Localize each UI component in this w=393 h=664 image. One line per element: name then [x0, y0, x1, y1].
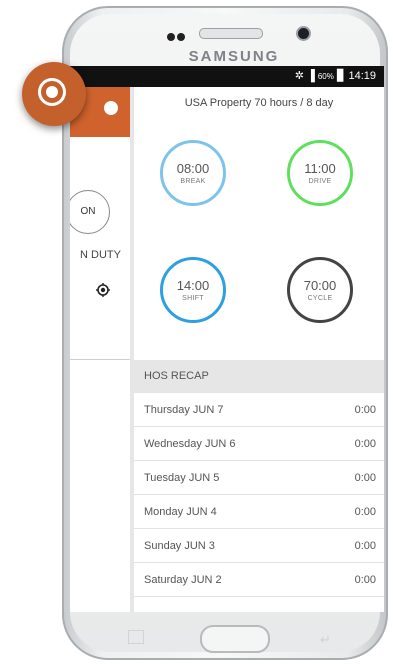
sensor-dots — [167, 28, 187, 46]
signal-icon: ▐ — [307, 70, 315, 82]
recap-day: Thursday JUN 7 — [144, 404, 224, 416]
recap-hours: 0:00 — [354, 574, 376, 586]
shift-gauge[interactable]: 14:00 SHIFT — [160, 257, 226, 323]
back-icon[interactable]: ↵ — [320, 632, 331, 648]
gauge-label: BREAK — [180, 178, 206, 185]
recap-hours: 0:00 — [354, 472, 376, 484]
recap-hours: 0:00 — [354, 506, 376, 518]
drive-gauge[interactable]: 11:00 DRIVE — [287, 140, 353, 206]
recap-hours: 0:00 — [354, 540, 376, 552]
recap-day: Saturday JUN 2 — [144, 574, 222, 586]
recap-day: Wednesday JUN 6 — [144, 438, 236, 450]
ruleset-title: USA Property 70 hours / 8 day — [184, 97, 334, 109]
gauge-time: 11:00 — [304, 161, 336, 176]
gauge-time: 70:00 — [303, 278, 337, 293]
home-button[interactable] — [200, 625, 270, 653]
speaker-grill — [199, 28, 263, 39]
recap-hours: 0:00 — [354, 404, 376, 416]
duty-status-label: N DUTY — [80, 249, 121, 261]
clock-icon — [104, 101, 118, 115]
battery-percent: 60% — [317, 72, 334, 81]
recap-row[interactable]: Thursday JUN 7 0:00 — [134, 393, 384, 427]
location-target-icon[interactable] — [96, 283, 110, 297]
gauge-time: 14:00 — [176, 278, 210, 293]
recap-row[interactable]: Tuesday JUN 5 0:00 — [134, 461, 384, 495]
recap-day: Monday JUN 4 — [144, 506, 217, 518]
recap-row[interactable]: Monday JUN 4 0:00 — [134, 495, 384, 529]
battery-icon: ▊ — [336, 70, 346, 82]
recap-row[interactable]: Saturday JUN 2 0:00 — [134, 563, 384, 597]
recent-apps-icon[interactable] — [128, 630, 144, 644]
recap-hours: 0:00 — [354, 438, 376, 450]
clock-icon — [46, 86, 58, 98]
hos-recap-header: HOS RECAP — [134, 360, 384, 393]
status-bar: ✲ ▐ 60% ▊ 14:19 — [70, 66, 384, 87]
drawer-divider — [70, 359, 130, 360]
cycle-gauge[interactable]: 70:00 CYCLE — [287, 257, 353, 323]
clock-time: 14:19 — [348, 70, 376, 82]
hos-recap-list: Thursday JUN 7 0:00 Wednesday JUN 6 0:00… — [134, 393, 384, 597]
wifi-icon: ✲ — [294, 70, 304, 82]
gauge-label: SHIFT — [182, 295, 204, 302]
recap-row[interactable]: Wednesday JUN 6 0:00 — [134, 427, 384, 461]
app-clock-badge[interactable] — [22, 62, 86, 126]
recap-day: Tuesday JUN 5 — [144, 472, 220, 484]
gauge-label: CYCLE — [307, 295, 333, 302]
gauge-time: 08:00 — [176, 161, 210, 176]
side-drawer: ON N DUTY — [70, 87, 134, 612]
hos-main-panel: USA Property 70 hours / 8 day 08:00 BREA… — [134, 87, 384, 612]
duty-status-button[interactable]: ON — [70, 190, 110, 234]
recap-row[interactable]: Sunday JUN 3 0:00 — [134, 529, 384, 563]
app-screen: ✲ ▐ 60% ▊ 14:19 ON N DUTY USA Property 7… — [70, 66, 384, 612]
recap-day: Sunday JUN 3 — [144, 540, 215, 552]
status-icons: ✲ ▐ 60% ▊ 14:19 — [295, 69, 376, 82]
gauge-label: DRIVE — [308, 178, 332, 185]
front-camera — [296, 26, 311, 41]
brand-logo: SAMSUNG — [188, 48, 280, 65]
break-gauge[interactable]: 08:00 BREAK — [160, 140, 226, 206]
